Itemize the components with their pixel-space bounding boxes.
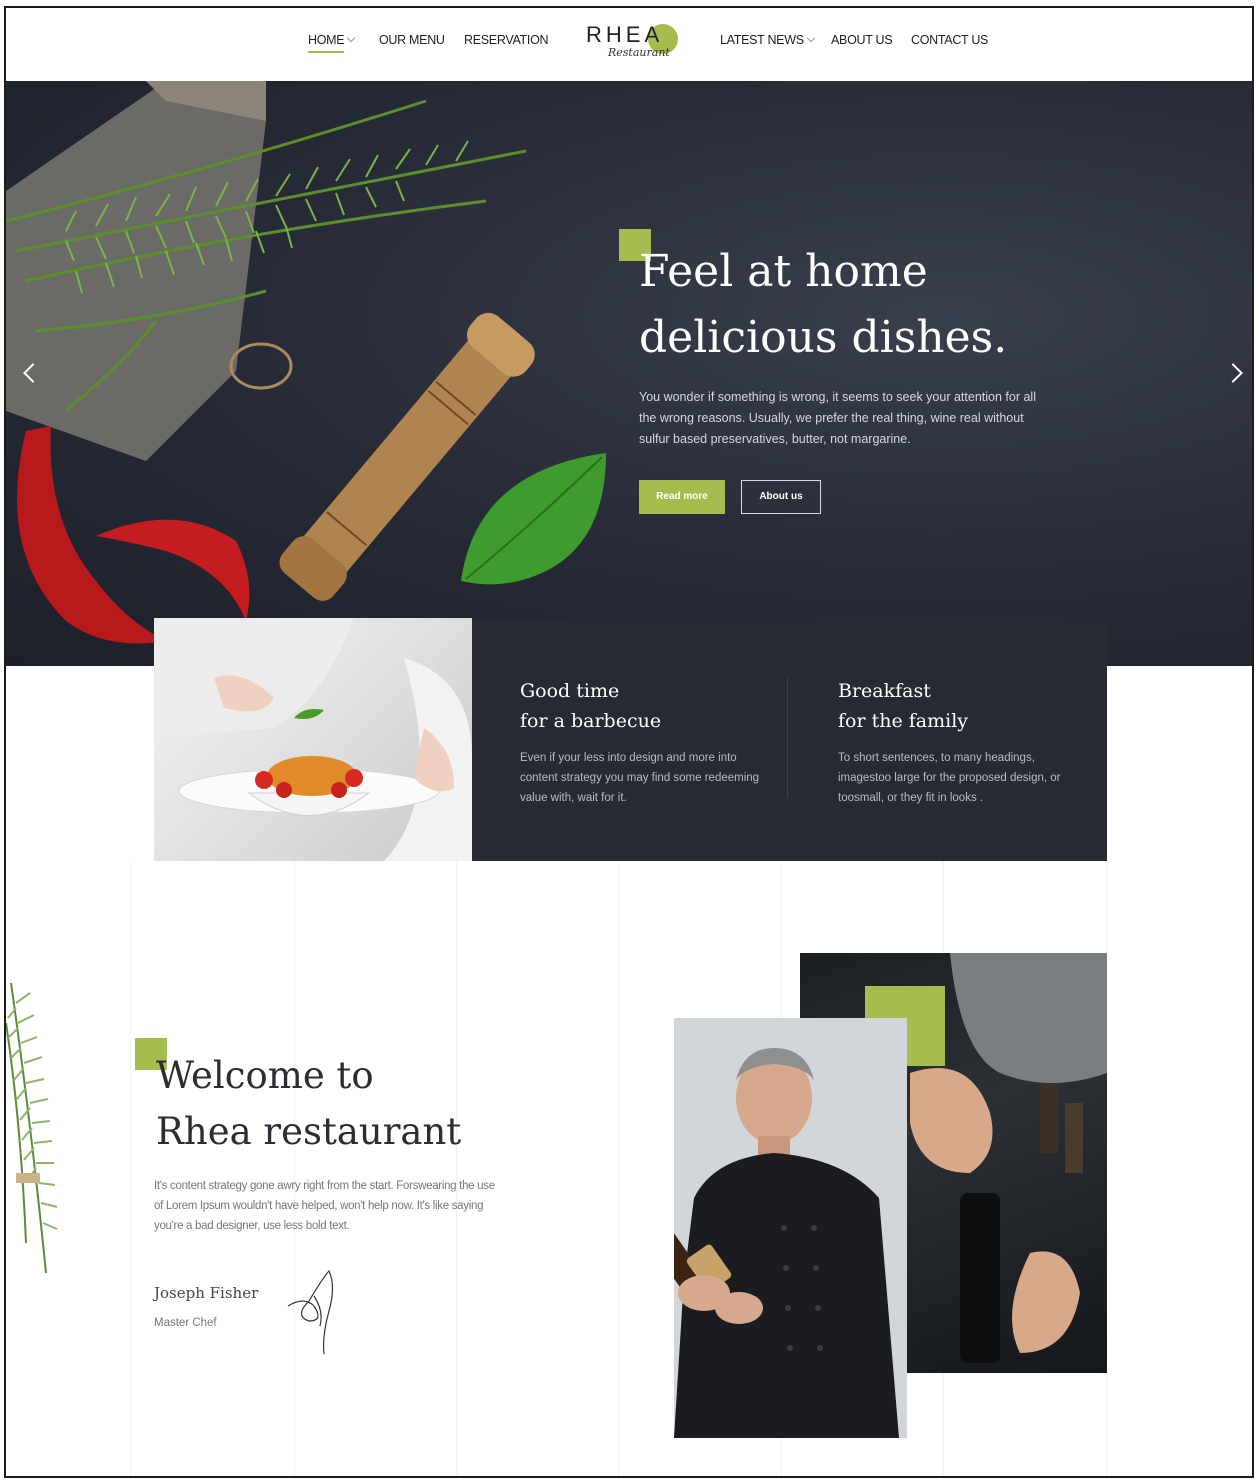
grid-line: [130, 861, 131, 1476]
hero-title-line1: Feel at home: [639, 246, 928, 297]
read-more-button[interactable]: Read more: [639, 480, 725, 514]
feature-strip: Good time for a barbecue Even if your le…: [154, 618, 1107, 861]
grid-line: [294, 861, 295, 1476]
chef-name: Joseph Fisher: [154, 1284, 259, 1302]
chef-hand: [715, 1292, 763, 1324]
chevron-down-icon: [347, 33, 356, 43]
nav-item-about-us[interactable]: ABOUT US: [831, 33, 893, 47]
nav-item-contact-us[interactable]: CONTACT US: [911, 33, 988, 47]
nav-label: HOME: [308, 33, 345, 47]
feature-title: Good time for a barbecue: [520, 676, 760, 736]
cleaver-blade: [6, 81, 266, 461]
logo-word: RHEA: [586, 22, 664, 47]
twine: [229, 342, 293, 390]
chevron-right-icon[interactable]: [1223, 363, 1243, 383]
hero-title-line2: delicious dishes.: [639, 312, 1008, 363]
welcome-title-line2: Rhea restaurant: [156, 1110, 462, 1153]
hero-description: You wonder if something is wrong, it see…: [639, 390, 1036, 446]
rosemary-sprig-decoration: [6, 983, 58, 1273]
feature-title-line2: for a barbecue: [520, 710, 662, 732]
feature-title-line2: for the family: [838, 710, 969, 732]
about-us-button[interactable]: About us: [741, 480, 821, 514]
nav-label: RESERVATION: [464, 33, 549, 47]
chef-signature: [287, 1269, 334, 1355]
feature-title: Breakfast for the family: [838, 676, 1078, 736]
nav-label: CONTACT US: [911, 33, 989, 47]
feature-panel: Good time for a barbecue Even if your le…: [472, 618, 1107, 861]
hand: [1012, 1251, 1080, 1353]
wine-bottle: [960, 1193, 1000, 1363]
nav-label: ABOUT US: [831, 33, 893, 47]
chevron-down-icon: [806, 33, 816, 43]
hand: [910, 1068, 993, 1173]
chili-pepper: [96, 519, 250, 621]
page-frame: HOME OUR MENU RESERVATION RHEA Restauran…: [4, 6, 1254, 1478]
chef-portrait-illustration: [674, 1048, 899, 1438]
nav-item-latest-news[interactable]: LATEST NEWS: [720, 33, 816, 47]
logo-subtitle: Restaurant: [608, 46, 670, 59]
feature-text: Even if your less into design and more i…: [520, 752, 760, 804]
feature-text: To short sentences, to many headings, im…: [838, 752, 1061, 804]
plated-pasta-image: [154, 618, 472, 861]
feature-breakfast: Breakfast for the family To short senten…: [838, 676, 1078, 808]
feature-barbecue: Good time for a barbecue Even if your le…: [520, 676, 760, 808]
nav-item-reservation[interactable]: RESERVATION: [464, 33, 549, 47]
divider: [787, 678, 788, 798]
feature-title-line1: Good time: [520, 680, 620, 702]
welcome-title-line1: Welcome to: [156, 1054, 374, 1097]
site-logo[interactable]: RHEA Restaurant: [586, 20, 686, 70]
hero-title: Feel at home delicious dishes.: [639, 239, 1159, 371]
feature-title-line1: Breakfast: [838, 680, 931, 702]
hero-slider: Feel at home delicious dishes. You wonde…: [6, 81, 1252, 666]
nav-label: LATEST NEWS: [720, 33, 804, 47]
plated-pasta-illustration: [154, 618, 472, 861]
nav-item-home[interactable]: HOME: [308, 33, 356, 53]
main-navigation: HOME OUR MENU RESERVATION RHEA Restauran…: [6, 8, 1252, 81]
jacket-sleeve: [950, 953, 1107, 1083]
welcome-title: Welcome to Rhea restaurant: [156, 1048, 556, 1160]
grid-line: [618, 861, 619, 1476]
nav-item-our-menu[interactable]: OUR MENU: [379, 33, 445, 47]
grid-line: [456, 861, 457, 1476]
chef-portrait-image: [674, 1018, 907, 1438]
hero-food-image: [6, 81, 606, 644]
nav-label: OUR MENU: [379, 33, 445, 47]
chef-role: Master Chef: [154, 1317, 217, 1329]
welcome-description: It's content strategy gone awry right fr…: [154, 1180, 495, 1232]
